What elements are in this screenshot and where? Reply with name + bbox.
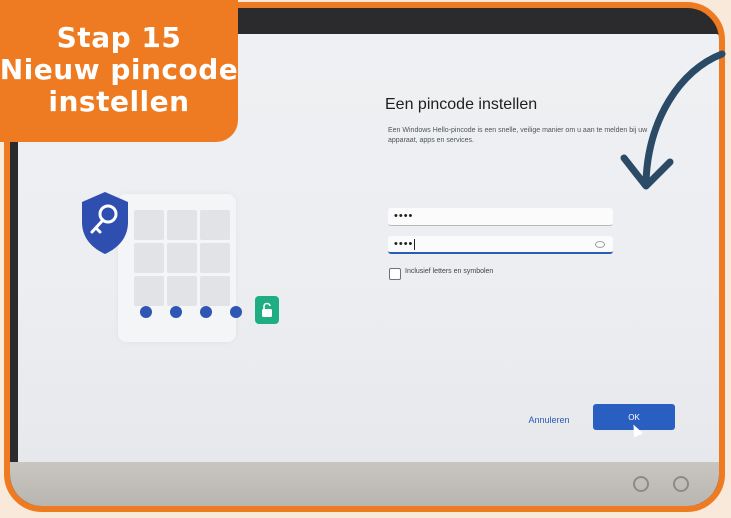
arrow-icon — [620, 50, 726, 190]
pin-dot — [140, 306, 152, 318]
cancel-button[interactable]: Annuleren — [505, 408, 593, 432]
pin-illustration-card — [118, 194, 236, 342]
unlock-icon — [255, 296, 279, 324]
dialog-title: Een pincode instellen — [385, 96, 538, 113]
eye-icon[interactable] — [595, 241, 605, 248]
pin-dots — [140, 306, 242, 318]
step-callout: Stap 15 Nieuw pincode instellen — [0, 0, 238, 142]
include-letters-label: Inclusief letters en symbolen — [405, 268, 494, 275]
power-icon — [673, 476, 689, 492]
include-letters-checkbox[interactable] — [389, 268, 401, 280]
callout-line-1: Stap 15 — [56, 21, 182, 54]
confirm-pin-input[interactable]: •••• — [388, 236, 613, 254]
tablet-bezel — [10, 462, 719, 506]
accessibility-icon — [633, 476, 649, 492]
confirm-pin-value: •••• — [394, 238, 416, 250]
pin-input-value: •••• — [394, 210, 414, 222]
callout-line-3: instellen — [48, 85, 190, 118]
pin-dot — [200, 306, 212, 318]
key-shield-icon — [82, 192, 128, 254]
callout-line-2: Nieuw pincode — [0, 53, 239, 86]
pin-input[interactable]: •••• — [388, 208, 613, 226]
pin-dot — [230, 306, 242, 318]
pin-dot — [170, 306, 182, 318]
keypad-grid — [134, 210, 230, 306]
